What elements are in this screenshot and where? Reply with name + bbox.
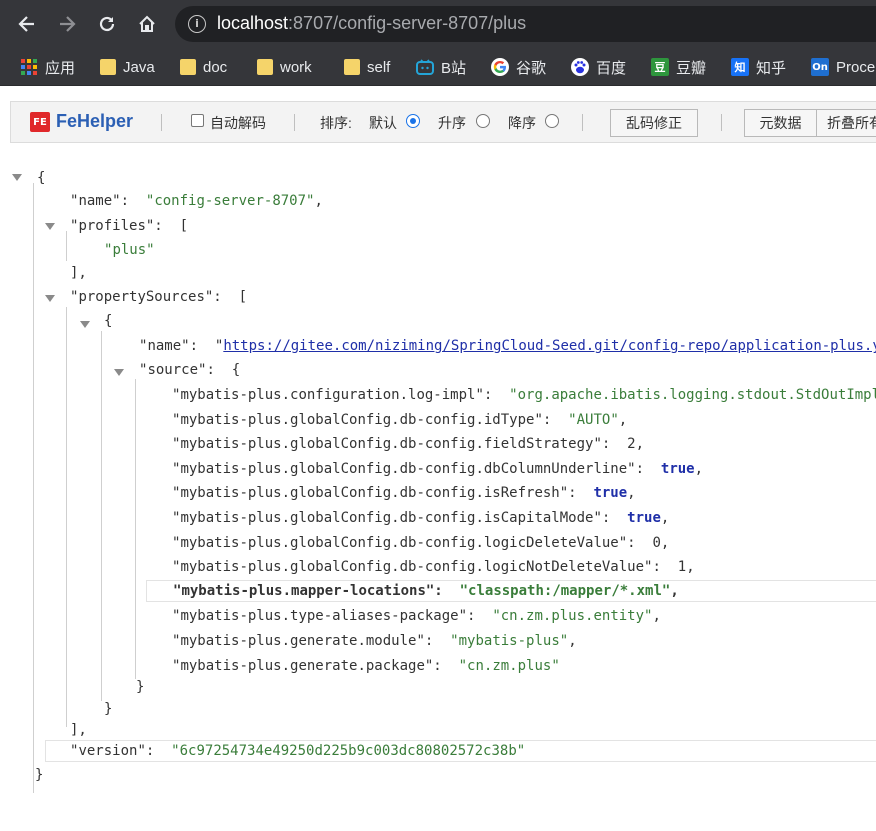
bookmark-bilibili[interactable]: B站 — [416, 56, 466, 78]
bookmark-self[interactable]: self — [344, 56, 390, 78]
indent-guide — [135, 379, 136, 679]
json-source-entry: "mybatis-plus.globalConfig.db-config.idT… — [172, 412, 628, 428]
json-bracket: ], — [70, 722, 87, 738]
fix-garbled-button[interactable]: 乱码修正 — [610, 109, 698, 137]
bookmark-processon[interactable]: On Proce — [811, 56, 875, 78]
site-info-icon[interactable]: i — [188, 15, 206, 33]
google-icon — [491, 58, 509, 76]
collapse-toggle[interactable] — [114, 369, 124, 376]
divider — [721, 114, 722, 131]
bookmark-work[interactable]: work — [257, 56, 312, 78]
collapse-toggle[interactable] — [45, 223, 55, 230]
folder-icon — [100, 59, 116, 75]
bookmark-apps[interactable]: 应用 — [20, 56, 75, 78]
fehelper-logo-icon: FE — [30, 112, 50, 132]
baidu-icon — [571, 58, 589, 76]
bookmark-doc[interactable]: doc — [180, 56, 227, 78]
sort-default-radio[interactable] — [406, 114, 420, 128]
apps-grid-icon — [20, 58, 38, 76]
metadata-button[interactable]: 元数据 — [744, 109, 817, 137]
url-text[interactable]: localhost:8707/config-server-8707/plus — [217, 13, 526, 34]
reload-button[interactable] — [90, 7, 124, 41]
json-brace: { — [104, 313, 113, 329]
folder-icon — [257, 59, 273, 75]
bookmarks-bar: 应用 Java doc work self B站 谷歌 百度 豆 豆瓣 知 知乎… — [0, 48, 876, 86]
indent-guide — [66, 231, 67, 261]
auto-decode-checkbox[interactable] — [191, 114, 204, 127]
bookmark-zhihu[interactable]: 知 知乎 — [731, 56, 786, 78]
bookmark-java[interactable]: Java — [100, 56, 155, 78]
json-bracket: ], — [70, 265, 87, 281]
divider — [582, 114, 583, 131]
sort-desc-label[interactable]: 降序 — [508, 113, 536, 133]
json-brace: } — [104, 701, 113, 717]
browser-toolbar: i localhost:8707/config-server-8707/plus — [0, 0, 876, 48]
json-source-entry: "mybatis-plus.globalConfig.db-config.isC… — [172, 510, 670, 526]
json-brace: { — [37, 170, 46, 186]
forward-button[interactable] — [50, 7, 84, 41]
json-brace: } — [136, 679, 145, 695]
json-line-name: "name": "config-server-8707", — [70, 193, 323, 209]
json-source-entry: "mybatis-plus.configuration.log-impl": "… — [172, 387, 876, 403]
arrow-right-icon — [60, 16, 76, 32]
json-line-ps-name: "name": "https://gitee.com/niziming/Spri… — [139, 336, 876, 358]
douban-icon: 豆 — [651, 58, 669, 76]
indent-guide — [101, 331, 102, 701]
zhihu-icon: 知 — [731, 58, 749, 76]
reload-icon — [99, 16, 115, 32]
home-button[interactable] — [130, 7, 164, 41]
sort-label: 排序: — [320, 115, 352, 131]
bookmark-baidu[interactable]: 百度 — [571, 56, 626, 78]
bookmark-google[interactable]: 谷歌 — [491, 56, 546, 78]
json-source-entry: "mybatis-plus.globalConfig.db-config.log… — [172, 535, 670, 551]
indent-guide — [66, 307, 67, 727]
json-source-entry: "mybatis-plus.mapper-locations": "classp… — [146, 580, 876, 602]
json-brace: } — [35, 767, 44, 783]
sort-desc-radio[interactable] — [545, 114, 559, 128]
fold-all-button[interactable]: 折叠所有 — [816, 109, 876, 137]
json-line-source: "source": { — [139, 362, 241, 378]
json-source-entry: "mybatis-plus.globalConfig.db-config.dbC… — [172, 461, 704, 477]
divider — [294, 114, 295, 131]
sort-asc-label[interactable]: 升序 — [438, 113, 466, 133]
collapse-toggle[interactable] — [45, 295, 55, 302]
processon-icon: On — [811, 58, 829, 76]
config-repo-link[interactable]: https://gitee.com/niziming/SpringCloud-S… — [223, 338, 876, 354]
json-profiles-item: "plus" — [104, 242, 155, 258]
json-line-property-sources: "propertySources": [ — [70, 289, 248, 305]
bookmark-douban[interactable]: 豆 豆瓣 — [651, 56, 706, 78]
sort-default-label[interactable]: 默认 — [369, 113, 397, 133]
fehelper-toolbar: FE FeHelper 自动解码 排序: 默认 升序 降序 乱码修正 元数据 折… — [10, 101, 876, 143]
json-source-entry: "mybatis-plus.generate.module": "mybatis… — [172, 633, 577, 649]
json-source-entry: "mybatis-plus.globalConfig.db-config.fie… — [172, 436, 645, 452]
arrow-left-icon — [18, 16, 34, 32]
json-source-entry: "mybatis-plus.type-aliases-package": "cn… — [172, 608, 661, 624]
divider — [161, 114, 162, 131]
home-icon — [139, 15, 155, 32]
fehelper-title[interactable]: FeHelper — [56, 111, 133, 132]
address-bar[interactable]: i localhost:8707/config-server-8707/plus — [175, 6, 876, 42]
json-line-profiles: "profiles": [ — [70, 218, 189, 234]
json-source-entry: "mybatis-plus.generate.package": "cn.zm.… — [172, 658, 560, 674]
collapse-toggle[interactable] — [12, 174, 22, 181]
auto-decode-label[interactable]: 自动解码 — [210, 113, 266, 133]
sort-asc-radio[interactable] — [476, 114, 490, 128]
collapse-toggle[interactable] — [80, 321, 90, 328]
indent-guide — [33, 183, 34, 793]
folder-icon — [180, 59, 196, 75]
folder-icon — [344, 59, 360, 75]
bilibili-icon — [416, 58, 434, 76]
back-button[interactable] — [10, 7, 44, 41]
json-source-entry: "mybatis-plus.globalConfig.db-config.log… — [172, 559, 695, 575]
json-source-entry: "mybatis-plus.globalConfig.db-config.isR… — [172, 485, 636, 501]
json-line-version: "version": "6c97254734e49250d225b9c003dc… — [45, 740, 876, 762]
json-viewer: { "name": "config-server-8707", "profile… — [0, 143, 876, 831]
